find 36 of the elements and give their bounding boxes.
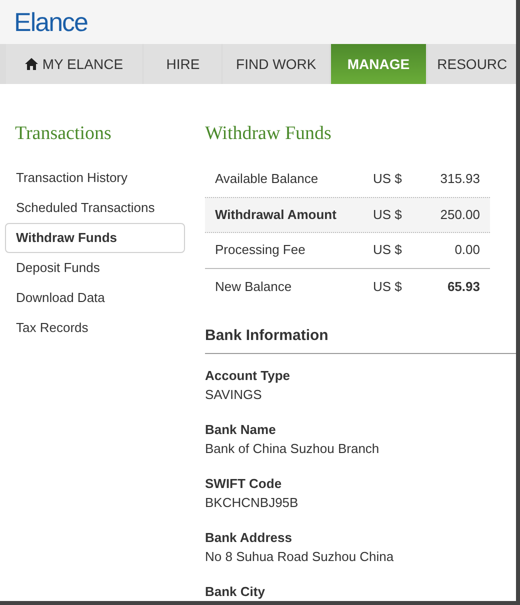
amount: 0.00: [454, 241, 480, 260]
sidebar-item[interactable]: Withdraw Funds: [5, 222, 185, 252]
amount: 250.00: [439, 206, 480, 224]
currency: US $: [373, 278, 403, 296]
sidebar-item[interactable]: Tax Records: [5, 312, 185, 342]
field-value: SAVINGS: [205, 386, 263, 404]
row-label: Withdrawal Amount: [215, 206, 338, 224]
amount: 65.93: [446, 278, 480, 296]
row-label: Available Balance: [215, 170, 320, 188]
currency: US $: [373, 241, 403, 260]
nav-tab[interactable]: RESOURC: [428, 44, 516, 84]
row-label: New Balance: [215, 278, 293, 296]
nav-tab[interactable]: FIND WORK: [223, 44, 329, 84]
field-label: SWIFT Code: [205, 475, 283, 493]
logo[interactable]: Elance: [14, 2, 88, 42]
nav-tab[interactable]: HIRE: [144, 44, 222, 84]
section-heading: Bank Information: [205, 324, 516, 354]
field-label: Bank Address: [205, 529, 293, 547]
sidebar-title: Transactions: [14, 122, 112, 146]
sidebar-item[interactable]: Deposit Funds: [5, 252, 185, 282]
field-label: Account Type: [205, 367, 291, 385]
sidebar-item[interactable]: Scheduled Transactions: [5, 192, 185, 222]
currency: US $: [373, 170, 403, 188]
field-label: Bank Name: [205, 421, 277, 439]
currency: US $: [373, 206, 403, 224]
sidebar-item[interactable]: Download Data: [5, 282, 185, 312]
amount: 315.93: [439, 170, 480, 188]
field-label: Bank City: [205, 583, 266, 601]
nav-tab[interactable]: MY ELANCE: [6, 44, 142, 84]
page-title: Withdraw Funds: [205, 122, 332, 146]
field-value: No 8 Suhua Road Suzhou China: [205, 548, 395, 566]
field-value: Bank of China Suzhou Branch: [205, 440, 380, 458]
field-value: BKCHCNBJ95B: [205, 494, 300, 512]
sidebar-item[interactable]: Transaction History: [5, 162, 185, 192]
row-label: Processing Fee: [215, 241, 306, 260]
home-icon: [25, 58, 38, 70]
